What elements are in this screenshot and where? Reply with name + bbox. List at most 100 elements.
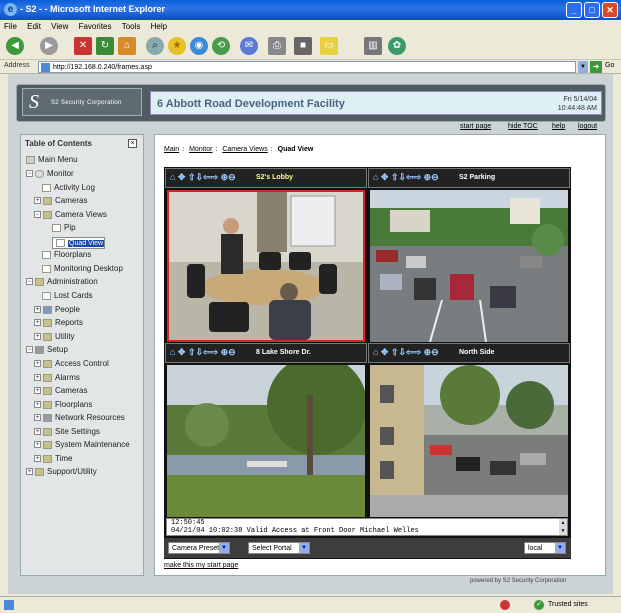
toc-close-icon[interactable]: × — [128, 139, 137, 148]
toc-item-monitor[interactable]: − Monitor — [26, 169, 74, 178]
expand-icon[interactable]: + — [34, 319, 41, 327]
event-log[interactable]: 12:50:45 04/21/04 10:02:38 Valid Access … — [166, 518, 568, 536]
back-icon[interactable]: ◀ — [6, 37, 24, 55]
toc-item-network-resources[interactable]: + Network Resources — [34, 413, 125, 422]
status-bar: ✓ Trusted sites — [0, 596, 621, 613]
toc-item-setup-cameras[interactable]: + Cameras — [34, 386, 87, 395]
favorites-icon[interactable]: ★ — [168, 37, 186, 55]
menu-view[interactable]: View — [51, 22, 68, 31]
expand-icon[interactable]: + — [34, 306, 41, 314]
discuss-icon[interactable]: ▭ — [320, 37, 338, 55]
start-page-link[interactable]: start page — [460, 123, 491, 130]
go-arrow-icon[interactable]: ➜ — [590, 61, 602, 73]
make-start-page-link[interactable]: make this my start page — [164, 562, 238, 569]
toc-item-reports[interactable]: + Reports — [34, 318, 83, 327]
toc-item-quad-view[interactable]: Quad View — [52, 237, 106, 249]
mail-icon[interactable]: ✉ — [240, 37, 258, 55]
minimize-button[interactable]: _ — [566, 2, 582, 18]
toc-item-alarms[interactable]: + Alarms — [34, 373, 80, 382]
logout-link[interactable]: logout — [578, 123, 597, 130]
toc-item-access-control[interactable]: + Access Control — [34, 359, 109, 368]
toc-item-setup-floorplans[interactable]: + Floorplans — [34, 400, 92, 409]
forward-icon[interactable]: ▶ — [40, 37, 58, 55]
collapse-icon[interactable]: − — [26, 170, 33, 178]
collapse-icon[interactable]: − — [26, 346, 33, 354]
toc-item-lost-cards[interactable]: Lost Cards — [42, 291, 93, 300]
logo-text: S2 Security Corporation — [51, 100, 122, 106]
expand-icon[interactable]: + — [34, 414, 41, 422]
breadcrumb-main[interactable]: Main — [164, 146, 179, 153]
expand-icon[interactable]: + — [34, 401, 41, 409]
expand-icon[interactable]: + — [34, 455, 41, 463]
camera-feed-north-side[interactable] — [370, 365, 568, 517]
camera-controls-icon[interactable]: ⌂ ✥ ⇧⇩⇦⇨ ⊕⊖ — [373, 172, 439, 183]
expand-icon[interactable]: + — [34, 197, 41, 205]
go-button[interactable]: Go — [605, 62, 614, 69]
toc-item-time[interactable]: + Time — [34, 454, 72, 463]
breadcrumb-monitor[interactable]: Monitor — [189, 146, 212, 153]
camera-controls-icon[interactable]: ⌂ ✥ ⇧⇩⇦⇨ ⊕⊖ — [373, 347, 439, 358]
camera-controls-icon[interactable]: ⌂ ✥ ⇧⇩⇦⇨ ⊕⊖ — [170, 172, 236, 183]
menu-tools[interactable]: Tools — [122, 22, 141, 31]
expand-icon[interactable]: + — [34, 333, 41, 341]
toc-item-monitoring-desktop[interactable]: Monitoring Desktop — [42, 264, 123, 273]
scope-select[interactable]: local ▼ — [524, 542, 566, 554]
help-link[interactable]: help — [552, 123, 565, 130]
expand-icon[interactable]: + — [34, 374, 41, 382]
toc-item-pip[interactable]: Pip — [52, 223, 76, 232]
facility-banner: 6 Abbott Road Development Facility Fri 5… — [150, 91, 602, 115]
maximize-button[interactable]: □ — [584, 2, 600, 18]
refresh-icon[interactable]: ↻ — [96, 37, 114, 55]
menu-favorites[interactable]: Favorites — [79, 22, 112, 31]
camera-header: ⌂ ✥ ⇧⇩⇦⇨ ⊕⊖ S2's Lobby — [165, 168, 367, 188]
media-icon[interactable]: ◉ — [190, 37, 208, 55]
expand-icon[interactable]: + — [34, 387, 41, 395]
messenger-icon[interactable]: ✿ — [388, 37, 406, 55]
menu-file[interactable]: File — [4, 22, 17, 31]
toc-item-activity-log[interactable]: Activity Log — [42, 183, 95, 192]
breadcrumb-camera-views[interactable]: Camera Views — [222, 146, 267, 153]
log-scrollbar[interactable]: ▲ ▼ — [559, 519, 567, 535]
toc-item-administration[interactable]: − Administration — [26, 277, 98, 286]
address-input[interactable]: http://192.168.0.240/frames.asp — [38, 61, 576, 73]
search-icon[interactable]: ⌕ — [146, 37, 164, 55]
privacy-icon[interactable] — [500, 600, 510, 610]
folder-icon — [43, 318, 52, 327]
tools-icon — [35, 345, 44, 354]
camera-feed-parking[interactable] — [370, 190, 568, 342]
camera-preset-select[interactable]: Camera Preset ▼ — [168, 542, 230, 554]
toc-item-site-settings[interactable]: + Site Settings — [34, 427, 100, 436]
toc-item-cameras[interactable]: + Cameras — [34, 196, 87, 205]
toc-item-camera-views[interactable]: − Camera Views — [34, 210, 107, 219]
camera-feed-lobby[interactable] — [167, 190, 365, 342]
expand-icon[interactable]: + — [34, 360, 41, 368]
expand-icon[interactable]: + — [34, 441, 41, 449]
edit-icon[interactable]: ■ — [294, 37, 312, 55]
toc-item-people[interactable]: + People — [34, 305, 80, 314]
toc-item-system-maintenance[interactable]: + System Maintenance — [34, 440, 130, 449]
collapse-icon[interactable]: − — [26, 278, 33, 286]
expand-icon[interactable]: + — [34, 428, 41, 436]
collapse-icon[interactable]: − — [34, 211, 41, 219]
stop-icon[interactable]: ✕ — [74, 37, 92, 55]
camera-feed-lake-shore[interactable] — [167, 365, 365, 517]
toc-item-support-utility[interactable]: + Support/Utility — [26, 467, 97, 476]
page-icon — [42, 291, 51, 300]
hide-toc-link[interactable]: hide TOC — [508, 123, 538, 130]
close-button[interactable]: ✕ — [602, 2, 618, 18]
menu-help[interactable]: Help — [151, 22, 167, 31]
history-icon[interactable]: ⟲ — [212, 37, 230, 55]
menu-edit[interactable]: Edit — [27, 22, 41, 31]
folder-icon — [35, 467, 44, 476]
camera-controls-icon[interactable]: ⌂ ✥ ⇧⇩⇦⇨ ⊕⊖ — [170, 347, 236, 358]
research-icon[interactable]: ▥ — [364, 37, 382, 55]
toc-item-main-menu[interactable]: Main Menu — [26, 155, 78, 164]
address-dropdown-icon[interactable]: ▼ — [578, 61, 588, 73]
toc-item-floorplans[interactable]: Floorplans — [42, 250, 91, 259]
select-portal-select[interactable]: Select Portal ▼ — [248, 542, 310, 554]
print-icon[interactable]: ⎙ — [268, 37, 286, 55]
toc-item-utility[interactable]: + Utility — [34, 332, 75, 341]
expand-icon[interactable]: + — [26, 468, 33, 476]
home-icon[interactable]: ⌂ — [118, 37, 136, 55]
toc-item-setup[interactable]: − Setup — [26, 345, 68, 354]
